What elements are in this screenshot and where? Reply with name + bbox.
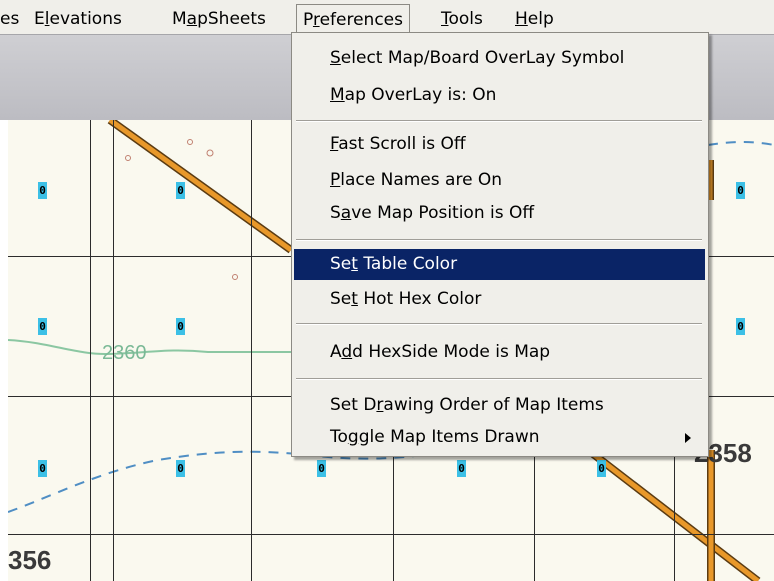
menu-item-place-names[interactable]: Place Names are On <box>294 165 705 196</box>
grid-line <box>90 120 91 581</box>
menu-item-map-overlay[interactable]: Map OverLay is: On <box>294 80 705 111</box>
map-symbol <box>187 139 193 145</box>
grid-line <box>8 534 774 535</box>
menu-item-select-overlay-symbol[interactable]: Select Map/Board OverLay Symbol <box>294 43 705 74</box>
hex-marker[interactable]: 0 <box>736 318 745 335</box>
menu-item-set-hot-hex-color[interactable]: Set Hot Hex Color <box>294 284 705 315</box>
menu-item-fast-scroll[interactable]: Fast Scroll is Off <box>294 129 705 160</box>
menu-separator <box>296 120 702 122</box>
map-symbol <box>206 149 214 157</box>
road-2 <box>586 448 760 581</box>
hex-marker[interactable]: 0 <box>317 460 326 477</box>
hex-marker[interactable]: 0 <box>38 182 47 199</box>
menu-elevations[interactable]: Elevations <box>34 9 122 29</box>
map-symbol <box>125 155 131 161</box>
hex-marker[interactable]: 0 <box>597 460 606 477</box>
menu-item-set-table-color[interactable]: Set Table Color <box>294 249 705 280</box>
menu-item-toggle-map-items[interactable]: Toggle Map Items Drawn <box>294 422 705 453</box>
hex-marker[interactable]: 0 <box>176 460 185 477</box>
preferences-menu: Select Map/Board OverLay Symbol Map Over… <box>291 32 709 457</box>
hex-marker[interactable]: 0 <box>457 460 466 477</box>
map-symbol <box>232 274 238 280</box>
menu-item-set-drawing-order[interactable]: Set Drawing Order of Map Items <box>294 390 705 421</box>
menu-preferences[interactable]: Preferences <box>296 4 410 32</box>
menu-mapsheets[interactable]: MapSheets <box>172 9 266 29</box>
submenu-arrow-icon <box>685 433 691 443</box>
menu-bar: es Elevations MapSheets Preferences Tool… <box>0 0 774 34</box>
menu-item-partial[interactable]: es <box>0 9 19 29</box>
menu-tools[interactable]: Tools <box>441 9 483 29</box>
menu-item-add-hexside-mode[interactable]: Add HexSide Mode is Map <box>294 337 705 368</box>
hex-marker[interactable]: 0 <box>176 318 185 335</box>
menu-item-save-map-position[interactable]: Save Map Position is Off <box>294 198 705 229</box>
hex-marker[interactable]: 0 <box>38 460 47 477</box>
hex-marker[interactable]: 0 <box>176 182 185 199</box>
menu-separator <box>296 239 702 241</box>
stream-line-top <box>707 140 774 146</box>
contour-line <box>8 339 300 356</box>
contour-label: 2360 <box>102 342 147 364</box>
menu-separator <box>296 323 702 325</box>
contour-label: 356 <box>8 545 52 575</box>
grid-line <box>251 120 252 581</box>
hex-marker[interactable]: 0 <box>38 318 47 335</box>
menu-separator <box>296 378 702 380</box>
road <box>108 120 293 253</box>
hex-marker[interactable]: 0 <box>736 182 745 199</box>
menu-help[interactable]: Help <box>515 9 554 29</box>
